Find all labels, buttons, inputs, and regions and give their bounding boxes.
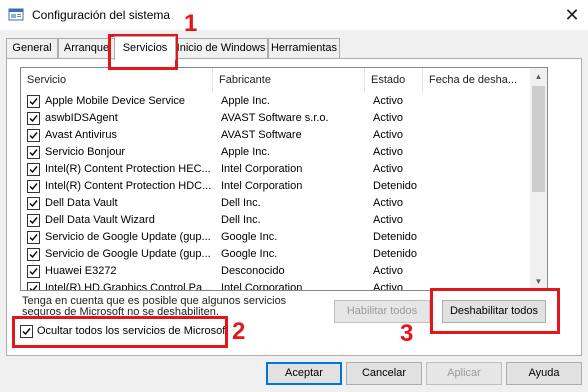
tab-arranque[interactable]: Arranque (58, 38, 115, 58)
annotation-box-disable-all (430, 288, 560, 334)
service-checkbox[interactable] (27, 197, 40, 210)
service-name: Huawei E3272 (45, 265, 117, 277)
annotation-number-1: 1 (184, 10, 198, 37)
cancel-button[interactable]: Cancelar (346, 362, 422, 385)
service-checkbox[interactable] (27, 231, 40, 244)
help-button[interactable]: Ayuda (506, 362, 582, 385)
table-row[interactable]: aswbIDSAgent AVAST Software s.r.o. Activo (21, 110, 531, 127)
service-state: Activo (373, 265, 403, 277)
column-header-state[interactable]: Estado (365, 68, 423, 92)
service-name: Dell Data Vault Wizard (45, 214, 155, 226)
service-state: Activo (373, 129, 403, 141)
service-maker: Google Inc. (221, 231, 278, 243)
services-list[interactable]: Servicio Fabricante Estado Fecha de desh… (20, 67, 548, 291)
table-row[interactable]: Huawei E3272 Desconocido Activo (21, 263, 531, 280)
service-maker: Intel Corporation (221, 180, 303, 192)
service-checkbox[interactable] (27, 163, 40, 176)
service-state: Activo (373, 197, 403, 209)
service-checkbox[interactable] (27, 95, 40, 108)
tab-strip: General Arranque Servicios Inicio de Win… (6, 36, 586, 60)
service-maker: Intel Corporation (221, 163, 303, 175)
service-maker: AVAST Software s.r.o. (221, 112, 329, 124)
service-state: Activo (373, 95, 403, 107)
list-header: Servicio Fabricante Estado Fecha de desh… (21, 68, 531, 92)
annotation-number-3: 3 (400, 320, 414, 347)
service-name: Servicio Bonjour (45, 146, 126, 158)
service-state: Detenido (373, 180, 418, 192)
table-row[interactable]: Servicio de Google Update (gup... Google … (21, 246, 531, 263)
service-state: Activo (373, 163, 403, 175)
column-header-maker[interactable]: Fabricante (213, 68, 365, 92)
title-bar: Configuración del sistema ✕ (0, 0, 588, 30)
column-header-disabled-date[interactable]: Fecha de desha... (423, 68, 531, 92)
scroll-thumb[interactable] (532, 86, 545, 192)
service-maker: Dell Inc. (221, 214, 261, 226)
service-name: Intel(R) HD Graphics Control Pa... (45, 282, 212, 291)
annotation-number-2: 2 (232, 318, 246, 345)
service-maker: Intel Corporation (221, 282, 303, 291)
service-state: Detenido (373, 231, 418, 243)
window-title: Configuración del sistema (32, 8, 171, 22)
service-state: Detenido (373, 248, 418, 260)
service-checkbox[interactable] (27, 214, 40, 227)
service-maker: Google Inc. (221, 248, 278, 260)
apply-button[interactable]: Aplicar (426, 362, 502, 385)
service-name: aswbIDSAgent (45, 112, 118, 124)
service-maker: Apple Inc. (221, 95, 270, 107)
annotation-box-hide-microsoft (12, 316, 228, 348)
service-name: Servicio de Google Update (gup... (45, 248, 211, 260)
service-checkbox[interactable] (27, 248, 40, 261)
service-maker: Desconocido (221, 265, 285, 277)
table-row[interactable]: Dell Data Vault Dell Inc. Activo (21, 195, 531, 212)
table-row[interactable]: Intel(R) Content Protection HDC... Intel … (21, 178, 531, 195)
service-name: Avast Antivirus (45, 129, 117, 141)
service-maker: Apple Inc. (221, 146, 270, 158)
service-checkbox[interactable] (27, 180, 40, 193)
tab-herramientas[interactable]: Herramientas (268, 38, 340, 58)
table-row[interactable]: Dell Data Vault Wizard Dell Inc. Activo (21, 212, 531, 229)
table-row[interactable]: Avast Antivirus AVAST Software Activo (21, 127, 531, 144)
enable-all-button[interactable]: Habilitar todos (334, 300, 430, 323)
scroll-up-icon[interactable]: ▲ (530, 68, 547, 85)
service-checkbox[interactable] (27, 146, 40, 159)
tab-inicio-de-windows[interactable]: Inicio de Windows (174, 38, 268, 58)
service-name: Dell Data Vault (45, 197, 118, 209)
table-row[interactable]: Apple Mobile Device Service Apple Inc. Act… (21, 93, 531, 110)
microsoft-services-note: Tenga en cuenta que es posible que algun… (22, 296, 287, 318)
tab-servicios[interactable]: Servicios (114, 36, 176, 60)
ok-button[interactable]: Aceptar (266, 362, 342, 385)
service-state: Activo (373, 112, 403, 124)
service-checkbox[interactable] (27, 129, 40, 142)
service-maker: AVAST Software (221, 129, 302, 141)
msconfig-app-icon (8, 7, 24, 23)
vertical-scrollbar[interactable]: ▲ ▼ (530, 68, 547, 290)
table-row[interactable]: Servicio Bonjour Apple Inc. Activo (21, 144, 531, 161)
service-checkbox[interactable] (27, 112, 40, 125)
service-state: Activo (373, 282, 403, 291)
service-name: Intel(R) Content Protection HEC... (45, 163, 211, 175)
close-icon[interactable]: ✕ (560, 3, 584, 27)
tab-general[interactable]: General (6, 38, 58, 58)
column-header-service[interactable]: Servicio (21, 68, 213, 92)
table-row[interactable]: Intel(R) Content Protection HEC... Intel … (21, 161, 531, 178)
service-checkbox[interactable] (27, 265, 40, 278)
service-state: Activo (373, 146, 403, 158)
service-maker: Dell Inc. (221, 197, 261, 209)
service-name: Apple Mobile Device Service (45, 95, 186, 107)
service-name: Servicio de Google Update (gup... (45, 231, 211, 243)
service-name: Intel(R) Content Protection HDC... (45, 180, 212, 192)
table-row[interactable]: Servicio de Google Update (gup... Google … (21, 229, 531, 246)
service-state: Activo (373, 214, 403, 226)
service-checkbox[interactable] (27, 282, 40, 290)
